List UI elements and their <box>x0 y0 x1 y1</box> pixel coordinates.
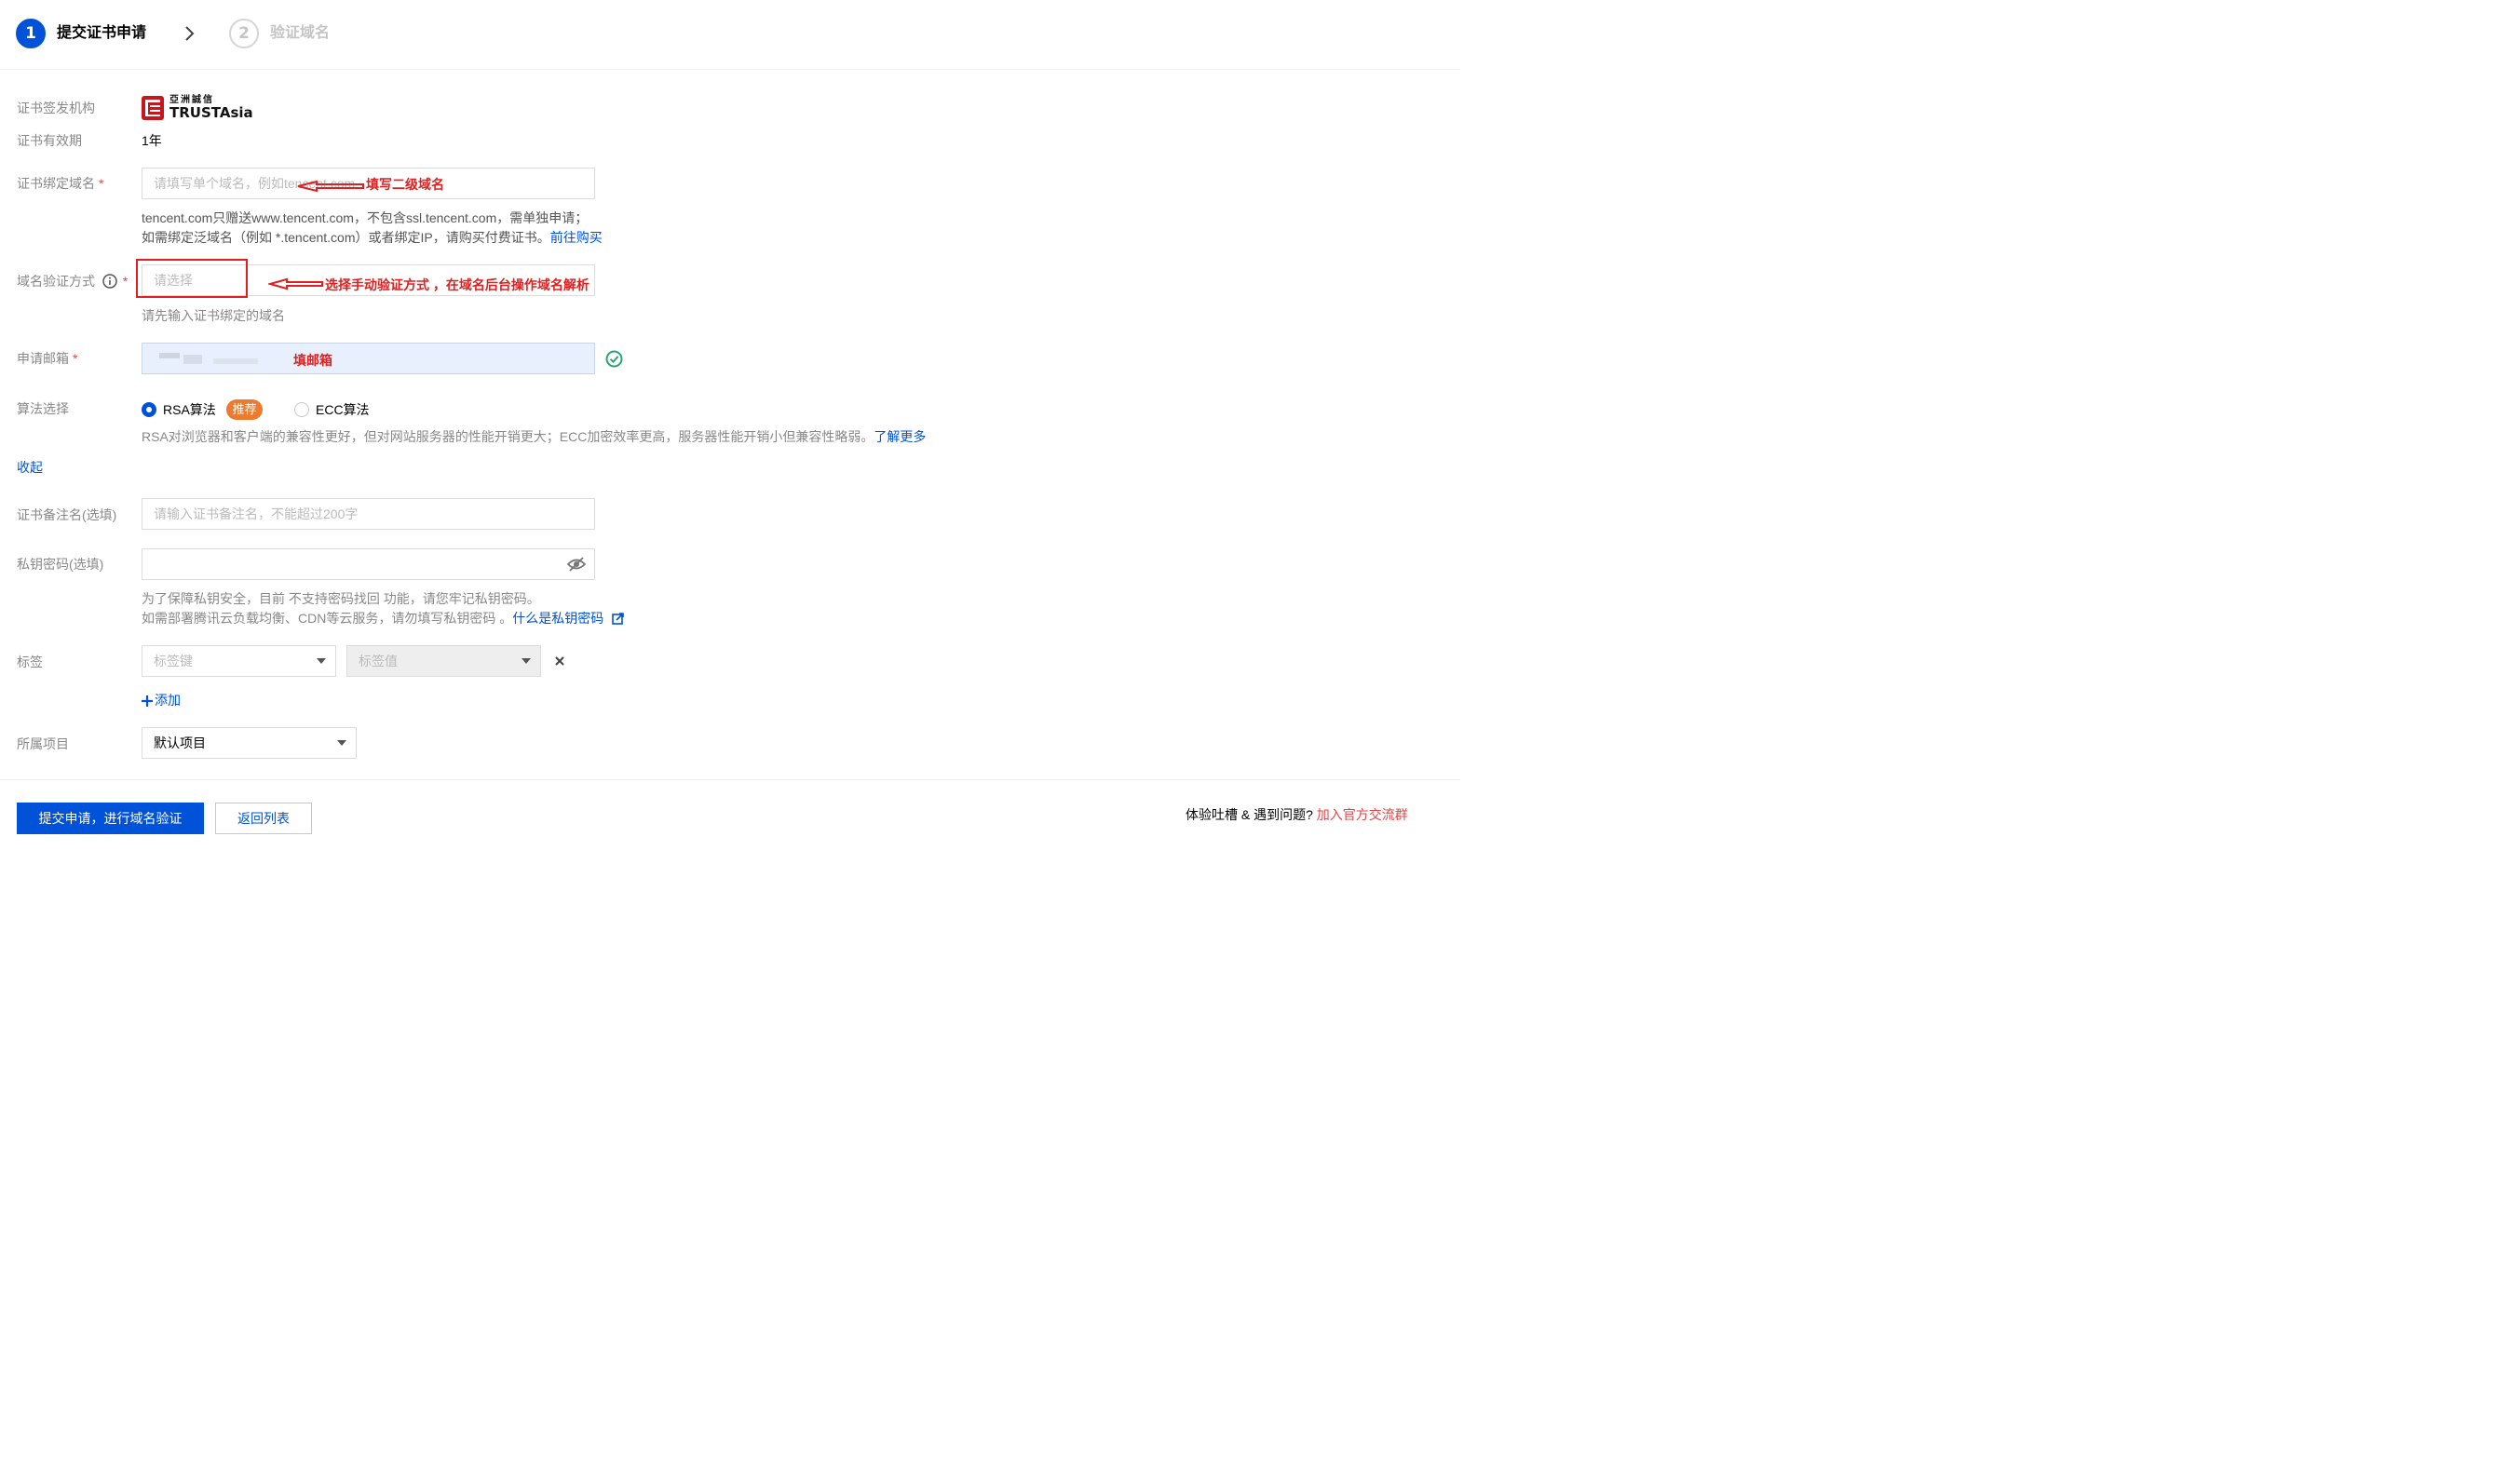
step-1-label: 提交证书申请 <box>57 25 147 41</box>
issuer-label: 证书签发机构 <box>17 101 95 115</box>
step-2-label: 验证域名 <box>270 25 331 41</box>
annotation-arrow-icon <box>268 277 323 290</box>
private-key-hint-line1: 为了保障私钥安全，目前 不支持密码找回 功能，请您牢记私钥密码。 <box>142 591 540 606</box>
info-icon[interactable] <box>102 274 117 289</box>
verify-method-annotation: 选择手动验证方式 ，在域名后台操作域名解析 <box>325 277 589 292</box>
email-annotation: 填邮箱 <box>293 353 332 368</box>
rsa-radio[interactable] <box>142 402 156 417</box>
domain-hint-line1: tencent.com只赠送www.tencent.com，不包含ssl.ten… <box>142 210 589 225</box>
back-to-list-button[interactable]: 返回列表 <box>215 803 312 834</box>
step-1-circle: 1 <box>16 19 46 48</box>
validity-label: 证书有效期 <box>17 133 82 148</box>
step-2-circle: 2 <box>229 19 259 48</box>
remark-input[interactable]: 请输入证书备注名，不能超过200字 <box>142 498 595 530</box>
highlight-box <box>136 259 248 298</box>
steps-header: 1 提交证书申请 2 验证域名 <box>0 0 1460 70</box>
algorithm-hint: RSA对浏览器和客户端的兼容性更好，但对网站服务器的性能开销更大；ECC加密效率… <box>142 429 927 444</box>
project-select[interactable]: 默认项目 <box>142 727 357 759</box>
collapse-link[interactable]: 收起 <box>17 458 43 477</box>
trustasia-logo: 亞洲誠信 TRUSTAsia <box>142 94 253 122</box>
ecc-radio[interactable] <box>294 402 309 417</box>
footer-divider <box>0 779 1460 780</box>
logo-text-main: TRUSTAsia <box>169 104 253 121</box>
feedback-area: 体验吐槽 & 遇到问题? 加入官方交流群 <box>1185 807 1408 822</box>
close-icon[interactable] <box>554 655 565 667</box>
email-input[interactable] <box>142 343 595 374</box>
caret-down-icon <box>337 740 346 746</box>
tags-label: 标签 <box>17 655 43 669</box>
project-label: 所属项目 <box>17 736 69 751</box>
private-key-input[interactable] <box>142 548 595 580</box>
add-tag-button[interactable]: 添加 <box>142 691 181 709</box>
join-group-link[interactable]: 加入官方交流群 <box>1317 807 1408 822</box>
external-link-icon[interactable] <box>612 613 624 625</box>
algorithm-label: 算法选择 <box>17 401 69 416</box>
validity-value: 1年 <box>142 133 162 148</box>
private-key-label: 私钥密码(选填) <box>17 557 104 572</box>
tag-value-select: 标签值 <box>346 645 541 677</box>
submit-button[interactable]: 提交申请，进行域名验证 <box>17 803 204 834</box>
plus-icon <box>142 695 153 707</box>
private-key-hint-line2: 如需部署腾讯云负载均衡、CDN等云服务，请勿填写私钥密码 。什么是私钥密码 <box>142 609 624 628</box>
learn-more-link[interactable]: 了解更多 <box>874 429 926 444</box>
trustasia-seal-icon <box>142 96 164 120</box>
domain-hint-line2: 如需绑定泛域名（例如 *.tencent.com）或者绑定IP，请购买付费证书。… <box>142 230 603 245</box>
domain-label: 证书绑定域名 * <box>17 176 104 191</box>
chevron-right-icon <box>185 26 195 41</box>
tag-key-select[interactable]: 标签键 <box>142 645 336 677</box>
check-circle-icon <box>605 350 623 368</box>
caret-down-icon <box>317 658 326 664</box>
ecc-label[interactable]: ECC算法 <box>316 400 370 419</box>
private-key-help-link[interactable]: 什么是私钥密码 <box>512 611 603 626</box>
caret-down-icon <box>522 658 531 664</box>
email-label: 申请邮箱 * <box>17 351 78 366</box>
recommend-badge: 推荐 <box>226 399 263 420</box>
verify-method-label: 域名验证方式 * <box>17 274 129 289</box>
domain-annotation: 填写二级域名 <box>366 177 444 192</box>
rsa-label[interactable]: RSA算法 <box>163 400 216 419</box>
annotation-arrow-icon <box>297 180 364 193</box>
eye-off-icon[interactable] <box>567 556 586 573</box>
buy-link[interactable]: 前往购买 <box>550 230 603 245</box>
remark-label: 证书备注名(选填) <box>17 507 117 522</box>
verify-method-hint: 请先输入证书绑定的域名 <box>142 308 285 323</box>
